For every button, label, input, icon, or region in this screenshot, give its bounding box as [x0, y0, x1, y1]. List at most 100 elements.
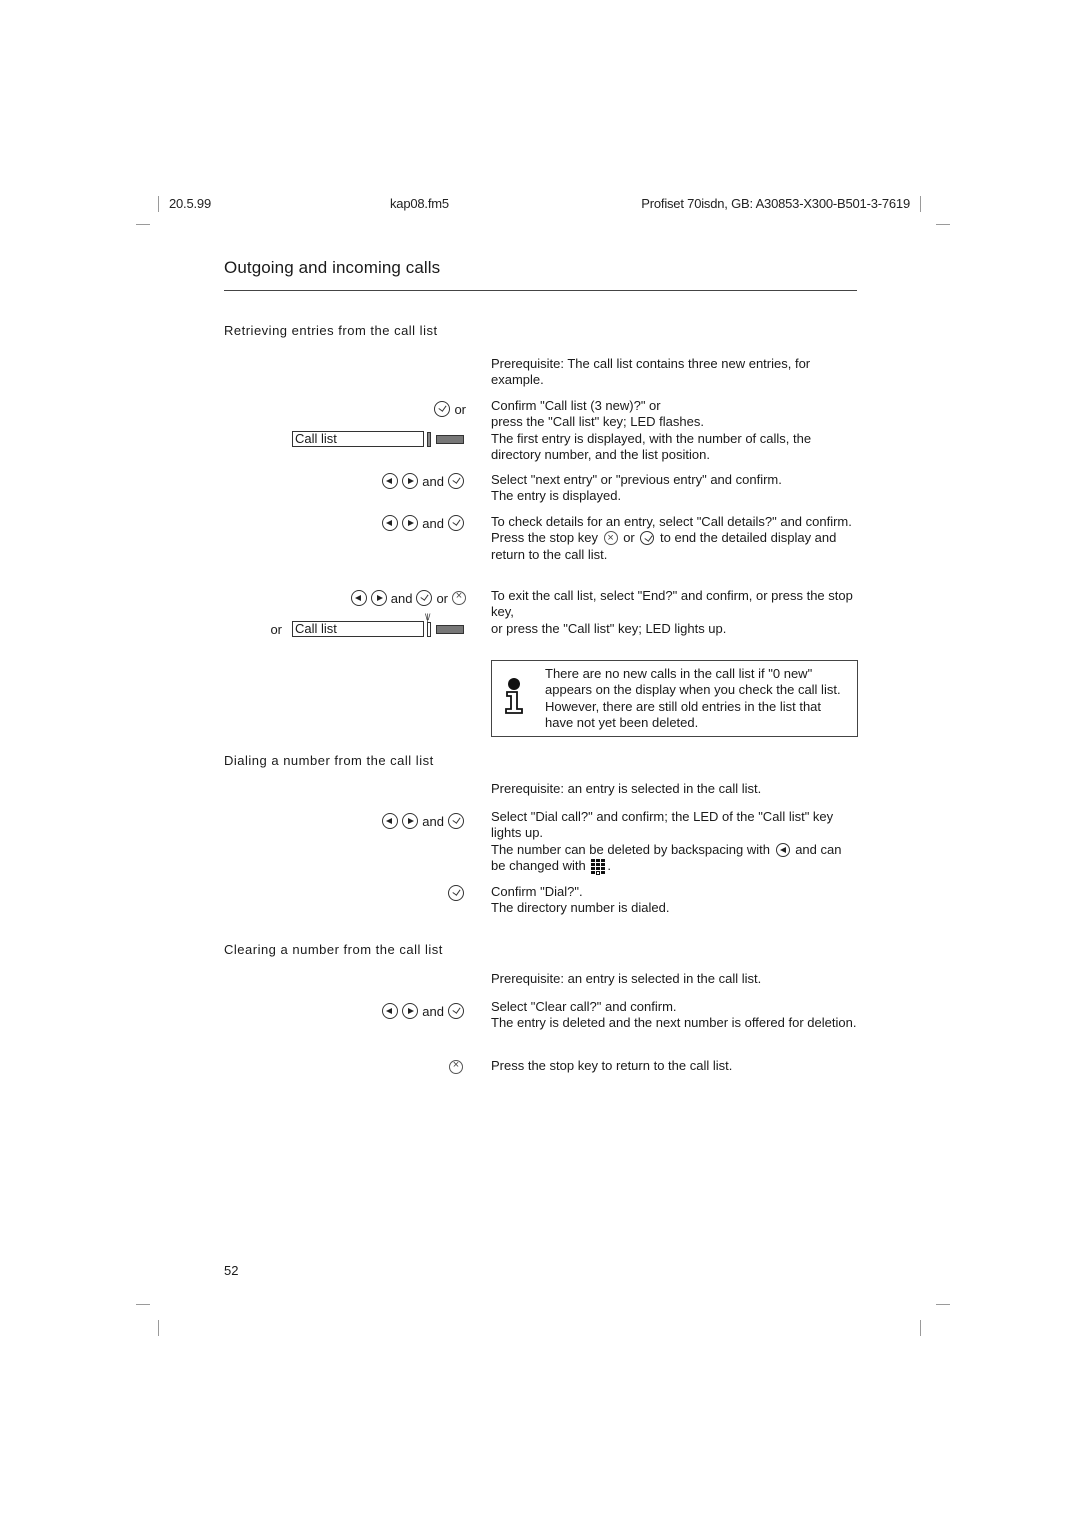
dialing-prerequisite: Prerequisite: an entry is selected in th… — [491, 781, 857, 797]
crop-mark — [136, 1304, 150, 1305]
clearing-step2-keys — [449, 1058, 463, 1076]
ok-key-icon[interactable] — [416, 590, 433, 606]
call-list-key-label: Call list — [292, 431, 424, 447]
clearing-step1-text: Select "Clear call?" and confirm. The en… — [491, 999, 857, 1032]
left-arrow-key-icon[interactable] — [382, 1003, 399, 1019]
ok-key-icon[interactable] — [448, 813, 464, 829]
ok-key-icon[interactable] — [448, 473, 464, 489]
retrieving-prerequisite: Prerequisite: The call list contains thr… — [491, 356, 857, 389]
or-label: or — [454, 401, 466, 417]
left-arrow-key-icon[interactable] — [382, 473, 399, 489]
stop-key-icon[interactable] — [603, 530, 618, 547]
led-lit-icon: \|/ — [425, 612, 431, 637]
crop-mark — [936, 1304, 950, 1305]
retrieving-step4-keys: and or — [350, 589, 466, 607]
step-text: The entry is deleted and the next number… — [491, 1015, 857, 1031]
right-arrow-key-icon[interactable] — [370, 590, 387, 606]
step-text: Select "Dial call?" and confirm; the LED… — [491, 809, 834, 841]
right-arrow-key-icon[interactable] — [402, 1003, 419, 1019]
key-button-icon — [436, 434, 464, 444]
dialing-step2-keys — [448, 884, 464, 902]
step-text: Confirm "Call list (3 new)?" or — [491, 398, 661, 413]
step-text: The directory number is dialed. — [491, 900, 670, 916]
info-note-box: There are no new calls in the call list … — [491, 660, 858, 737]
ok-key-icon[interactable] — [448, 515, 464, 531]
step-text: Press the stop key or to end the detaile… — [491, 530, 857, 563]
key-button-icon — [436, 624, 464, 634]
step-text: The first entry is displayed, with the n… — [491, 430, 812, 463]
dialing-step1-keys: and — [382, 812, 464, 830]
crop-mark — [920, 196, 921, 212]
led-flashing-icon — [427, 431, 431, 447]
step-text: The entry is displayed. — [491, 488, 622, 504]
step-text: Select "Clear call?" and confirm. — [491, 999, 677, 1014]
step-text: Press the stop key to return to the call… — [491, 1058, 733, 1073]
step-text: Confirm "Dial?". — [491, 884, 583, 899]
step-text: To check details for an entry, select "C… — [491, 514, 852, 529]
keypad-icon[interactable] — [591, 858, 606, 875]
stop-key-icon[interactable] — [452, 590, 466, 605]
and-label: and — [422, 813, 444, 829]
and-label: and — [422, 1003, 444, 1019]
step-text: The number can be deleted by backspacing… — [491, 842, 857, 875]
crop-mark — [136, 224, 150, 225]
and-label: and — [422, 473, 444, 489]
retrieving-step1-text: Confirm "Call list (3 new)?" or press th… — [491, 398, 857, 464]
ok-key-icon[interactable] — [434, 401, 451, 417]
retrieving-step3-keys: and — [382, 514, 464, 532]
title-divider — [224, 290, 857, 291]
step-text-part: The number can be deleted by backspacing… — [491, 841, 770, 857]
step-text: press the "Call list" key; LED flashes. — [491, 414, 704, 430]
section-heading-retrieving: Retrieving entries from the call list — [224, 323, 438, 338]
led-light-rays-icon: \|/ — [425, 611, 430, 622]
step-text: To exit the call list, select "End?" and… — [491, 588, 853, 620]
header-date: 20.5.99 — [169, 196, 211, 211]
section-heading-dialing: Dialing a number from the call list — [224, 753, 434, 768]
retrieving-step4-text: To exit the call list, select "End?" and… — [491, 588, 857, 637]
or-label: or — [436, 590, 448, 606]
stop-key-icon[interactable] — [449, 1059, 463, 1074]
step-text-part: Press the stop key — [491, 530, 598, 546]
retrieving-step3-text: To check details for an entry, select "C… — [491, 514, 857, 563]
step-text: Select "next entry" or "previous entry" … — [491, 472, 782, 487]
prereq-text: Prerequisite: an entry is selected in th… — [491, 781, 762, 796]
crop-mark — [936, 224, 950, 225]
prereq-text: Prerequisite: an entry is selected in th… — [491, 971, 762, 986]
retrieving-step2-text: Select "next entry" or "previous entry" … — [491, 472, 857, 505]
clearing-prerequisite: Prerequisite: an entry is selected in th… — [491, 971, 857, 987]
page-number: 52 — [224, 1263, 239, 1278]
call-list-key-alt[interactable]: or Call list \|/ — [270, 612, 464, 638]
and-label: and — [422, 515, 444, 531]
right-arrow-key-icon[interactable] — [402, 473, 419, 489]
left-arrow-key-icon[interactable] — [350, 590, 367, 606]
info-icon — [505, 678, 523, 714]
prereq-text: Prerequisite: The call list contains thr… — [491, 356, 811, 388]
crop-mark — [158, 1320, 159, 1336]
or-label: or — [270, 621, 282, 637]
dialing-step1-text: Select "Dial call?" and confirm; the LED… — [491, 809, 857, 875]
step-text-part: . — [607, 858, 611, 874]
crop-mark — [920, 1320, 921, 1336]
ok-key-icon[interactable] — [448, 1003, 464, 1019]
left-arrow-key-icon[interactable] — [775, 842, 790, 857]
left-arrow-key-icon[interactable] — [382, 813, 399, 829]
left-arrow-key-icon[interactable] — [382, 515, 399, 531]
section-heading-clearing: Clearing a number from the call list — [224, 942, 443, 957]
right-arrow-key-icon[interactable] — [402, 813, 419, 829]
ok-key-icon[interactable] — [640, 531, 655, 546]
call-list-key[interactable]: Call list — [292, 430, 464, 448]
clearing-step1-keys: and — [382, 1002, 464, 1020]
crop-mark — [158, 196, 159, 212]
header-product: Profiset 70isdn, GB: A30853-X300-B501-3-… — [641, 196, 910, 211]
and-label: and — [390, 590, 413, 606]
call-list-key-label: Call list — [292, 621, 424, 637]
right-arrow-key-icon[interactable] — [402, 515, 419, 531]
step-text: or press the "Call list" key; LED lights… — [491, 620, 727, 636]
ok-key-icon[interactable] — [448, 885, 464, 901]
retrieving-step2-keys: and — [382, 472, 464, 490]
header-filename: kap08.fm5 — [390, 196, 449, 211]
page-title: Outgoing and incoming calls — [224, 258, 441, 277]
step-text-part: or — [623, 530, 635, 546]
dialing-step2-text: Confirm "Dial?". The directory number is… — [491, 884, 857, 917]
retrieving-step1-keys: or — [434, 400, 466, 418]
